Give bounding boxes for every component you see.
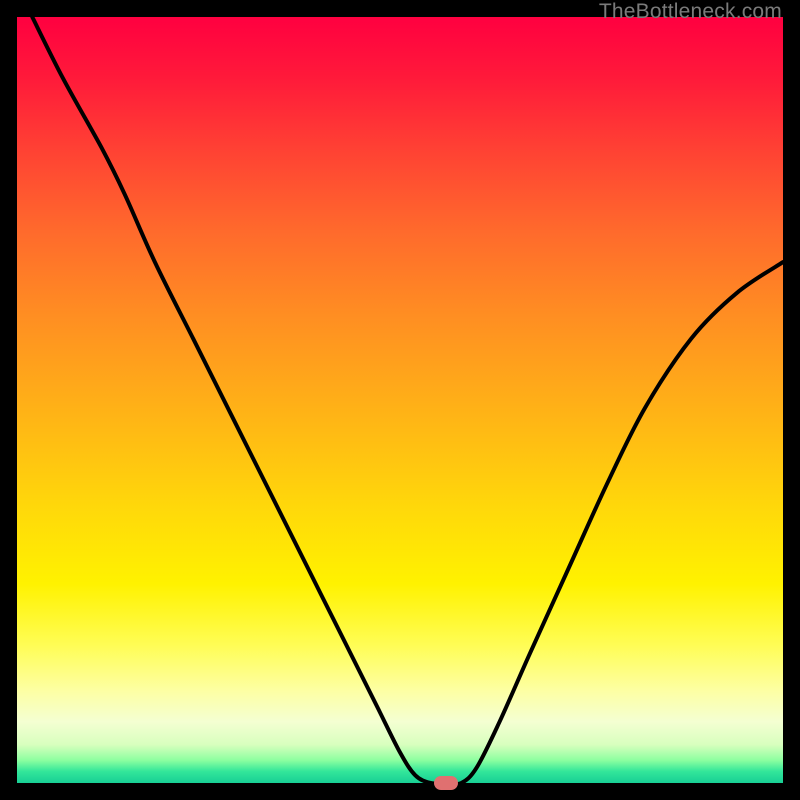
plot-area: [17, 17, 783, 783]
bottleneck-curve: [17, 17, 783, 783]
watermark-text: TheBottleneck.com: [599, 0, 782, 24]
optimal-point-marker: [434, 776, 458, 790]
chart-frame: TheBottleneck.com: [0, 0, 800, 800]
